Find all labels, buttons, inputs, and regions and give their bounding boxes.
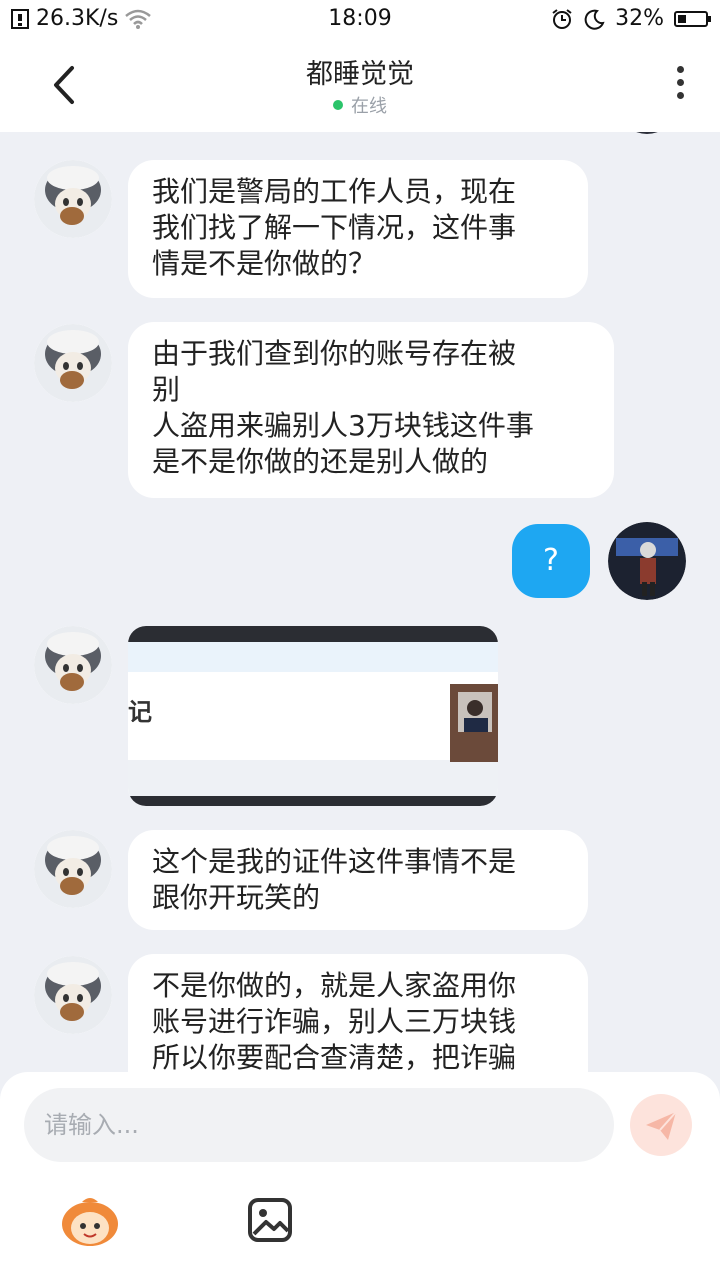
chat-header: 都睡觉觉 在线 [0, 38, 720, 132]
message-input[interactable]: 请输入... [24, 1088, 614, 1162]
avatar[interactable] [34, 830, 112, 908]
image-message[interactable]: 记 [128, 626, 498, 806]
message-line: 跟你开玩笑的 [152, 881, 321, 914]
avatar[interactable] [34, 160, 112, 238]
alarm-icon [552, 8, 572, 29]
image-text: 记 [128, 698, 152, 726]
message-line: 我们是警局的工作人员，现在 [152, 175, 517, 208]
avatar[interactable] [34, 626, 112, 704]
message-line: 由于我们查到你的账号存在被 [152, 337, 517, 370]
message-line: 情是不是你做的？ [152, 247, 377, 280]
message-line: 人盗用来骗别人3万块钱这件事 [152, 409, 534, 442]
contact-name: 都睡觉觉 [306, 59, 414, 90]
status-bar: 26.3K/s 18:09 32% [0, 0, 720, 38]
avatar[interactable] [34, 956, 112, 1034]
message-line: 账号进行诈骗，别人三万块钱 [152, 1005, 517, 1038]
moon-icon [584, 9, 605, 30]
message-line: 不是你做的，就是人家盗用你 [152, 969, 517, 1002]
more-vertical-icon[interactable] [670, 66, 690, 106]
battery-icon [674, 10, 711, 27]
image-content [128, 626, 498, 806]
message-line: 别 [152, 373, 181, 406]
image-icon[interactable] [246, 1196, 294, 1244]
send-button[interactable] [630, 1094, 692, 1156]
message-line: 是不是你做的还是别人做的 [152, 445, 489, 478]
avatar [622, 132, 672, 134]
input-bar: 请输入... [0, 1072, 720, 1280]
message-line: 这个是我的证件这件事情不是 [152, 845, 517, 878]
message-bubble-self[interactable]: ? [512, 524, 590, 598]
message-line: ? [543, 543, 559, 578]
avatar-self[interactable] [608, 522, 686, 600]
online-dot [333, 100, 343, 110]
message-line: 我们找了解一下情况，这件事 [152, 211, 517, 244]
battery-percent: 32% [615, 6, 664, 31]
online-status-label: 在线 [351, 96, 387, 117]
send-icon [646, 1111, 677, 1140]
message-bubble[interactable]: 这个是我的证件这件事情不是 跟你开玩笑的 [128, 830, 588, 930]
message-list[interactable]: 我们是警局的工作人员，现在 我们找了解一下情况，这件事 情是不是你做的？ 由于我… [0, 132, 720, 1072]
status-right: 32% [551, 6, 711, 31]
message-bubble[interactable]: 我们是警局的工作人员，现在 我们找了解一下情况，这件事 情是不是你做的？ [128, 160, 588, 298]
message-bubble[interactable]: 由于我们查到你的账号存在被 别 人盗用来骗别人3万块钱这件事 是不是你做的还是别… [128, 322, 614, 498]
battery-fill [678, 14, 686, 23]
message-bubble[interactable]: 不是你做的，就是人家盗用你 账号进行诈骗，别人三万块钱 所以你要配合查清楚，把诈… [128, 954, 588, 1072]
online-status: 在线 [0, 92, 720, 118]
avatar[interactable] [34, 324, 112, 402]
emoji-face-icon[interactable] [60, 1194, 120, 1248]
message-line: 所以你要配合查清楚，把诈骗 [152, 1041, 517, 1072]
